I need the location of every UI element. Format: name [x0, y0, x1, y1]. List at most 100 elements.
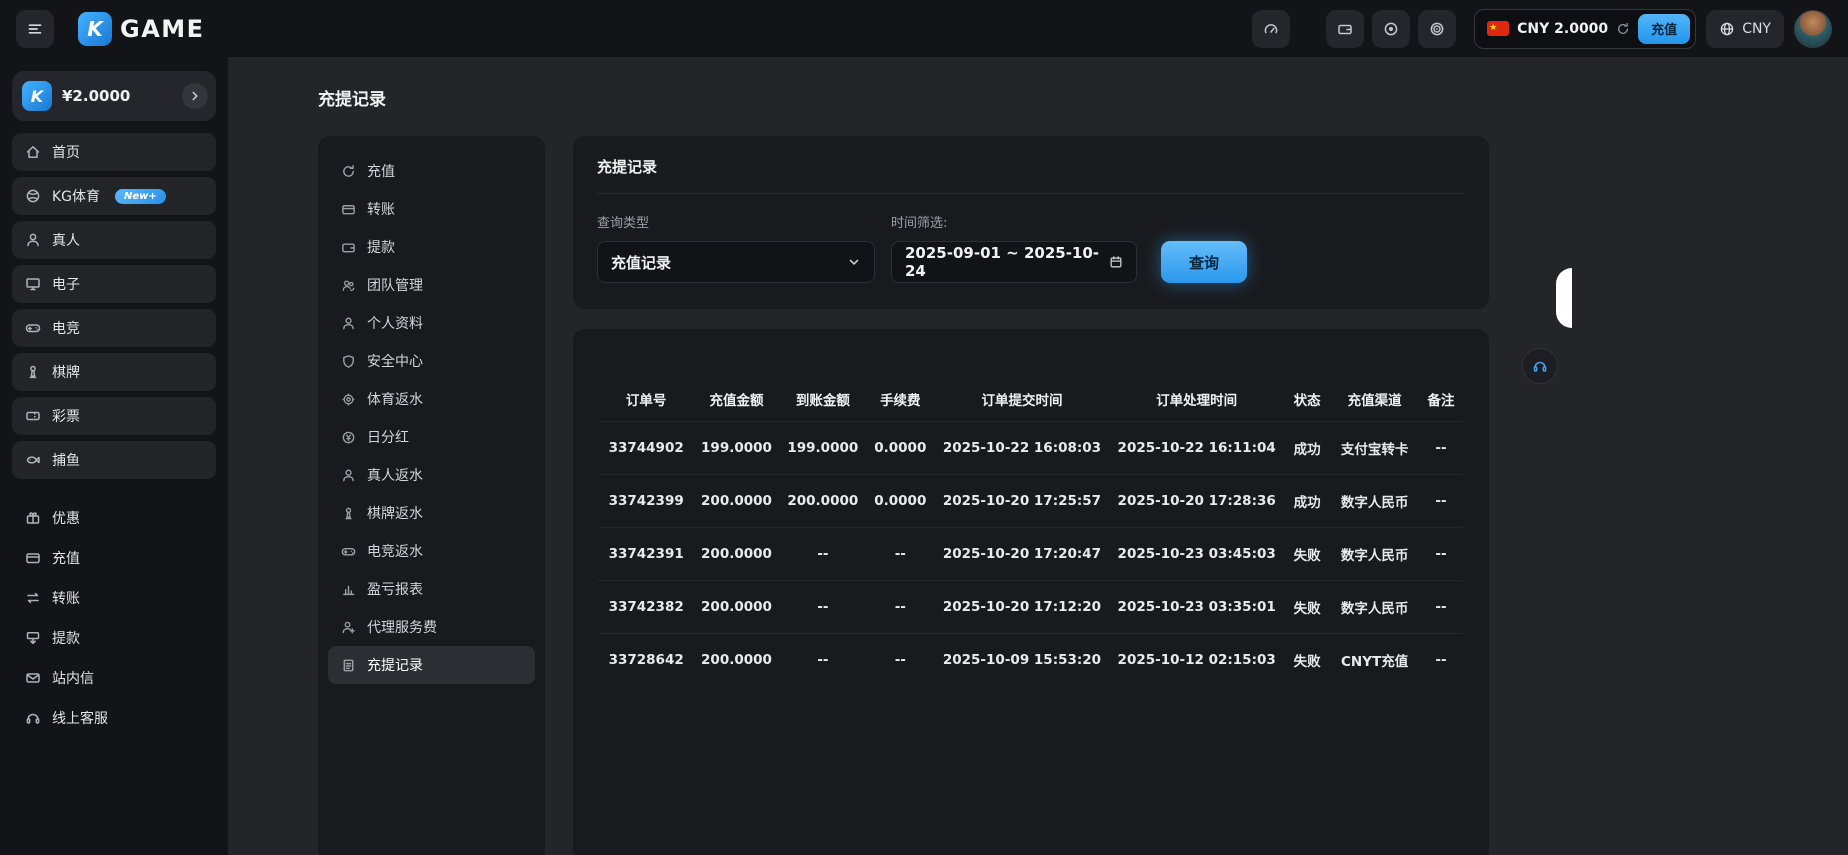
col-submit-time: 订单提交时间	[935, 377, 1110, 422]
sidebar-item-promotions[interactable]: 优惠	[12, 501, 216, 535]
support-fab-button[interactable]	[1522, 348, 1558, 384]
sidebar-item-kg-sports[interactable]: KG体育 New+	[12, 177, 216, 215]
submenu-item-sports-rebate[interactable]: 体育返水	[328, 380, 535, 418]
gift-icon	[25, 510, 41, 526]
col-status: 状态	[1284, 377, 1330, 422]
help-button[interactable]	[1418, 10, 1456, 48]
slot-machine-icon	[25, 276, 41, 292]
promotions-button[interactable]	[1372, 10, 1410, 48]
language-selector[interactable]: CNY	[1706, 10, 1784, 48]
sidebar-item-live[interactable]: 真人	[12, 221, 216, 259]
withdraw-icon	[25, 630, 41, 646]
filter-card-title: 充提记录	[597, 156, 1465, 194]
new-badge: New+	[115, 189, 166, 204]
sidebar-item-support[interactable]: 线上客服	[12, 701, 216, 735]
speed-button[interactable]	[1252, 10, 1290, 48]
sidebar-item-label: 彩票	[52, 406, 80, 426]
cell-fee: 0.0000	[866, 422, 935, 475]
query-type-label: 查询类型	[597, 212, 875, 231]
time-filter-field: 时间筛选: 2025-09-01 ~ 2025-10-24	[891, 212, 1145, 283]
sidebar-item-esports[interactable]: 电竞	[12, 309, 216, 347]
quick-icons	[1326, 10, 1456, 48]
query-type-select[interactable]: 充值记录	[597, 241, 875, 283]
gamepad-icon	[341, 544, 356, 559]
table-row: 33742382 200.0000 -- -- 2025-10-20 17:12…	[599, 581, 1463, 634]
submenu-item-transaction-records[interactable]: 充提记录	[328, 646, 535, 684]
records-table: 订单号 充值金额 到账金额 手续费 订单提交时间 订单处理时间 状态 充值渠道 …	[599, 377, 1463, 686]
filter-row: 查询类型 充值记录 时间筛选: 2025-09-01 ~ 2025-10-24	[597, 212, 1465, 283]
brand-logo[interactable]: K GAME	[78, 12, 205, 46]
topbar: K GAME	[0, 0, 1848, 57]
deposit-button[interactable]: 充值	[1638, 14, 1690, 44]
submenu-item-withdraw[interactable]: 提款	[328, 228, 535, 266]
submenu-item-pnl-report[interactable]: 盈亏报表	[328, 570, 535, 608]
submenu-item-label: 充值	[367, 161, 395, 181]
submenu-item-label: 电竞返水	[367, 541, 423, 561]
cell-fee: 0.0000	[866, 475, 935, 528]
cell-channel: 数字人民币	[1330, 475, 1419, 528]
home-icon	[25, 144, 41, 160]
cell-status: 失败	[1284, 528, 1330, 581]
submenu-item-live-rebate[interactable]: 真人返水	[328, 456, 535, 494]
cell-status: 成功	[1284, 422, 1330, 475]
currency-selector[interactable]: ★ CNY 2.0000 充值	[1474, 9, 1696, 49]
chevron-right-icon	[188, 89, 202, 103]
sidebar-item-withdraw[interactable]: 提款	[12, 621, 216, 655]
sidebar-item-messages[interactable]: 站内信	[12, 661, 216, 695]
submenu-item-agent-fee[interactable]: 代理服务费	[328, 608, 535, 646]
wallet-expand-button[interactable]	[182, 83, 208, 109]
user-avatar[interactable]	[1794, 10, 1832, 48]
submenu-item-team[interactable]: 团队管理	[328, 266, 535, 304]
cell-remark: --	[1419, 422, 1463, 475]
wallet-logo-icon: K	[22, 81, 52, 111]
records-table-card: 订单号 充值金额 到账金额 手续费 订单提交时间 订单处理时间 状态 充值渠道 …	[573, 329, 1489, 855]
submenu-item-security[interactable]: 安全中心	[328, 342, 535, 380]
submenu-item-label: 提款	[367, 237, 395, 257]
sidebar-item-label: 捕鱼	[52, 450, 80, 470]
search-button[interactable]: 查询	[1161, 241, 1247, 283]
submenu-item-daily-dividend[interactable]: 日分红	[328, 418, 535, 456]
submenu-item-label: 真人返水	[367, 465, 423, 485]
submenu-item-label: 转账	[367, 199, 395, 219]
side-drawer-handle[interactable]	[1556, 268, 1572, 328]
cell-process-time: 2025-10-22 16:11:04	[1109, 422, 1284, 475]
sidebar-item-fishing[interactable]: 捕鱼	[12, 441, 216, 479]
wallet-button[interactable]	[1326, 10, 1364, 48]
sidebar-item-transfer[interactable]: 转账	[12, 581, 216, 615]
page-title: 充提记录	[318, 85, 1848, 110]
cell-remark: --	[1419, 475, 1463, 528]
sidebar-item-lottery[interactable]: 彩票	[12, 397, 216, 435]
cell-order-id: 33728642	[599, 634, 693, 687]
language-label: CNY	[1742, 21, 1771, 37]
sidebar-item-slots[interactable]: 电子	[12, 265, 216, 303]
menu-toggle-button[interactable]	[16, 10, 54, 48]
logo-k-icon: K	[78, 12, 112, 46]
sidebar-item-chess[interactable]: 棋牌	[12, 353, 216, 391]
sidebar-item-label: 棋牌	[52, 362, 80, 382]
cell-deposit-amount: 200.0000	[693, 581, 779, 634]
wallet-card[interactable]: K ¥2.0000	[12, 71, 216, 121]
submenu-item-deposit[interactable]: 充值	[328, 152, 535, 190]
cell-deposit-amount: 200.0000	[693, 475, 779, 528]
submenu-item-transfer[interactable]: 转账	[328, 190, 535, 228]
table-row: 33742399 200.0000 200.0000 0.0000 2025-1…	[599, 475, 1463, 528]
headset-icon	[1532, 358, 1548, 374]
submenu-item-label: 日分红	[367, 427, 409, 447]
date-range-input[interactable]: 2025-09-01 ~ 2025-10-24	[891, 241, 1137, 283]
cell-credited-amount: --	[780, 581, 866, 634]
submenu-item-label: 代理服务费	[367, 617, 437, 637]
sidebar: K ¥2.0000 首页 KG体育 New+ 真人 电子 电竞 棋牌 彩票	[0, 57, 228, 855]
submenu-item-esports-rebate[interactable]: 电竞返水	[328, 532, 535, 570]
sidebar-item-home[interactable]: 首页	[12, 133, 216, 171]
disc-icon	[1383, 21, 1399, 37]
refresh-icon[interactable]	[1616, 22, 1630, 36]
submenu-item-chess-rebate[interactable]: 棋牌返水	[328, 494, 535, 532]
col-remark: 备注	[1419, 377, 1463, 422]
submenu-item-label: 棋牌返水	[367, 503, 423, 523]
cell-credited-amount: 199.0000	[780, 422, 866, 475]
cell-channel: 支付宝转卡	[1330, 422, 1419, 475]
cell-fee: --	[866, 634, 935, 687]
sidebar-item-deposit[interactable]: 充值	[12, 541, 216, 575]
submenu-item-profile[interactable]: 个人资料	[328, 304, 535, 342]
col-channel: 充值渠道	[1330, 377, 1419, 422]
